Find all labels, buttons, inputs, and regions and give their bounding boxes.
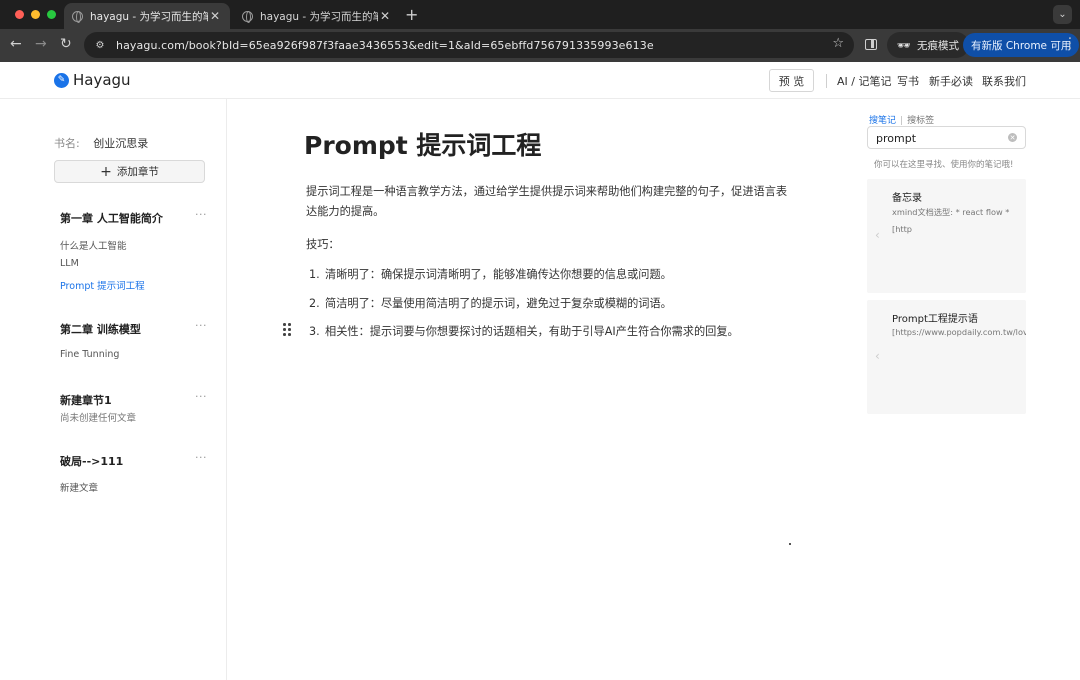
list-item[interactable]: 3. 相关性：提示词要与你想要探讨的话题相关，有助于引导AI产生符合你需求的回复。 — [309, 323, 739, 339]
note-search-input[interactable] — [868, 128, 998, 149]
chapter-more-icon[interactable]: ··· — [195, 208, 207, 221]
window-zoom-button[interactable] — [47, 10, 56, 19]
site-header: ✎ Hayagu 预 览 AI / 记笔记 写书 新手必读 联系我们 — [0, 62, 1080, 99]
note-result-title: Prompt工程提示语 — [892, 314, 978, 325]
drag-handle-icon[interactable] — [283, 323, 291, 337]
url-text[interactable]: hayagu.com/book?bId=65ea926f987f3faae343… — [116, 39, 654, 52]
note-result-snippet: [https://www.popdaily.com.tw/love — [892, 327, 1026, 337]
stray-dot — [789, 543, 791, 545]
search-hint: 你可以在这里寻找、使用你的笔记哦! — [874, 160, 1014, 170]
article-title[interactable]: Prompt 提示词工程 — [304, 126, 541, 162]
note-result-title: 备忘录 — [892, 193, 922, 204]
chapter-more-icon[interactable]: ··· — [195, 319, 207, 332]
nav-ai-notes[interactable]: AI / 记笔记 — [837, 73, 891, 89]
list-text: 相关性：提示词要与你想要探讨的话题相关，有助于引导AI产生符合你需求的回复。 — [325, 325, 739, 338]
book-name: 书名: 创业沉思录 — [54, 135, 148, 151]
chapter-title[interactable]: 第二章 训练模型 — [60, 321, 141, 337]
chapter-more-icon[interactable]: ··· — [195, 390, 207, 403]
preview-button[interactable]: 预 览 — [769, 69, 814, 92]
chrome-update-button[interactable]: 有新版 Chrome 可用 — [963, 33, 1080, 57]
empty-chapter-note: 尚未创建任何文章 — [60, 413, 137, 424]
back-arrow-icon[interactable]: ← — [10, 36, 22, 52]
incognito-icon: 🕶 — [897, 38, 911, 52]
book-sidebar: 书名: 创业沉思录 + 添加章节 第一章 人工智能简介 ··· 什么是人工智能 … — [0, 99, 227, 680]
note-search-box: ✕ — [867, 126, 1026, 149]
logo[interactable]: ✎ Hayagu — [54, 71, 131, 89]
incognito-indicator[interactable]: 🕶 无痕模式 — [887, 32, 969, 58]
tab-title: hayagu - 为学习而生的笔记工具 — [90, 10, 208, 23]
note-result-card[interactable]: ‹ 备忘录 xmind文档选型: * react flow * [http — [867, 179, 1026, 293]
tab-title: hayagu - 为学习而生的笔记工具 — [260, 10, 378, 23]
forward-arrow-icon[interactable]: → — [35, 36, 47, 52]
article-paragraph[interactable]: 提示词工程是一种语言教学方法，通过给学生提供提示词来帮助他们构建完整的句子，促进… — [306, 182, 791, 222]
update-label: 有新版 Chrome 可用 — [971, 39, 1072, 52]
address-bar[interactable]: ⚙ hayagu.com/book?bId=65ea926f987f3faae3… — [84, 32, 854, 58]
chapter-title[interactable]: 第一章 人工智能简介 — [60, 210, 163, 226]
logo-text: Hayagu — [73, 71, 131, 89]
new-tab-button[interactable]: + — [405, 5, 418, 24]
article-item[interactable]: 新建文章 — [60, 480, 98, 494]
tips-label[interactable]: 技巧： — [306, 236, 340, 252]
list-number: 2. — [309, 297, 320, 310]
article-item[interactable]: 什么是人工智能 — [60, 238, 127, 252]
browser-tab[interactable]: hayagu - 为学习而生的笔记工具 ✕ — [234, 3, 400, 29]
close-tab-icon[interactable]: ✕ — [208, 9, 222, 23]
list-item[interactable]: 1. 清晰明了：确保提示词清晰明了，能够准确传达你想要的信息或问题。 — [309, 266, 672, 282]
tab-divider: | — [900, 116, 904, 126]
bookmark-star-icon[interactable]: ☆ — [832, 36, 844, 51]
article-item[interactable]: Fine Tunning — [60, 349, 119, 360]
window-close-button[interactable] — [15, 10, 24, 19]
add-chapter-button[interactable]: + 添加章节 — [54, 160, 205, 183]
web-page: ✎ Hayagu 预 览 AI / 记笔记 写书 新手必读 联系我们 书名: 创… — [0, 62, 1080, 680]
book-name-label: 书名: — [54, 137, 80, 150]
plus-icon: + — [100, 163, 112, 180]
list-number: 3. — [309, 325, 320, 338]
window-minimize-button[interactable] — [31, 10, 40, 19]
tab-search-tags[interactable]: 搜标签 — [907, 116, 934, 126]
browser-toolbar: ← → ↻ ⚙ hayagu.com/book?bId=65ea926f987f… — [0, 29, 1080, 62]
list-number: 1. — [309, 268, 320, 281]
chapter-title[interactable]: 新建章节1 — [60, 392, 112, 408]
nav-beginner-guide[interactable]: 新手必读 — [929, 73, 973, 89]
note-result-snippet: [http — [892, 224, 913, 234]
note-result-card[interactable]: ‹ Prompt工程提示语 [https://www.popdaily.com.… — [867, 300, 1026, 414]
search-mode-tabs: 搜笔记 | 搜标签 — [869, 113, 934, 126]
list-text: 简洁明了：尽量使用简洁明了的提示词，避免过于复杂或模糊的词语。 — [325, 297, 672, 310]
clear-search-icon[interactable]: ✕ — [1008, 133, 1017, 142]
browser-menu-icon[interactable]: · · · — [1068, 33, 1072, 56]
list-item[interactable]: 2. 简洁明了：尽量使用简洁明了的提示词，避免过于复杂或模糊的词语。 — [309, 295, 672, 311]
close-tab-icon[interactable]: ✕ — [378, 9, 392, 23]
header-divider — [826, 74, 827, 88]
add-chapter-label: 添加章节 — [116, 166, 159, 178]
browser-tab-strip: hayagu - 为学习而生的笔记工具 ✕ hayagu - 为学习而生的笔记工… — [0, 0, 1080, 29]
chapter-more-icon[interactable]: ··· — [195, 451, 207, 464]
list-text: 清晰明了：确保提示词清晰明了，能够准确传达你想要的信息或问题。 — [325, 268, 672, 281]
tab-search-notes[interactable]: 搜笔记 — [869, 116, 896, 126]
site-settings-icon[interactable]: ⚙ — [92, 37, 108, 53]
side-panel-icon[interactable] — [865, 39, 877, 50]
article-item[interactable]: LLM — [60, 258, 79, 269]
chevron-left-icon[interactable]: ‹ — [875, 349, 880, 363]
browser-tab-active[interactable]: hayagu - 为学习而生的笔记工具 ✕ — [64, 3, 230, 29]
tab-search-button[interactable]: ⌄ — [1053, 5, 1072, 24]
article-item-active[interactable]: Prompt 提示词工程 — [60, 278, 145, 292]
globe-icon — [242, 10, 253, 23]
chapter-title[interactable]: 破局-->111 — [60, 453, 123, 469]
book-name-value: 创业沉思录 — [93, 137, 149, 150]
pen-logo-icon: ✎ — [54, 72, 69, 88]
nav-contact-us[interactable]: 联系我们 — [982, 73, 1026, 89]
globe-icon — [72, 10, 83, 23]
note-result-snippet: xmind文档选型: * react flow * — [892, 207, 1010, 217]
incognito-label: 无痕模式 — [916, 39, 959, 52]
chevron-left-icon[interactable]: ‹ — [875, 228, 880, 242]
reload-icon[interactable]: ↻ — [60, 36, 72, 52]
nav-write-book[interactable]: 写书 — [897, 73, 919, 89]
